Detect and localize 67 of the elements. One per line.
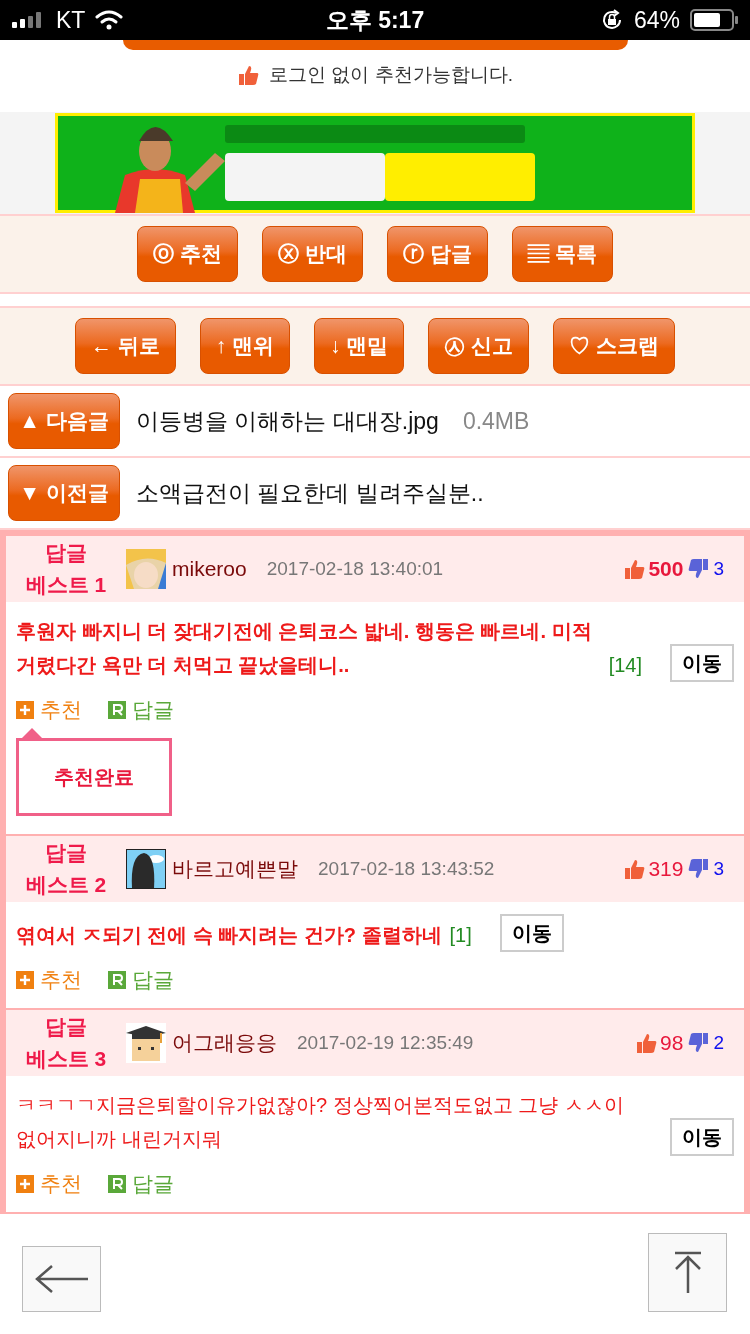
- battery-percent: 64%: [633, 6, 680, 34]
- up-arrow-icon: [672, 1250, 703, 1295]
- r-icon: [108, 1175, 126, 1193]
- move-button[interactable]: 이동: [670, 644, 734, 682]
- comment-text: 엮여서 ㅈ되기 전에 슥 빠지려는 건가? 졸렬하네: [16, 923, 442, 948]
- best-label: 답글 베스트 1: [24, 540, 108, 598]
- nav-button[interactable]: ♡ 스크랩: [553, 318, 676, 374]
- recommend-complete-tooltip: 추천완료: [16, 738, 172, 816]
- author-name[interactable]: 바르고예쁜말: [172, 855, 298, 883]
- scroll-top-button[interactable]: [648, 1233, 727, 1312]
- comment-text: ㅋㅋㄱㄱ지금은퇴할이유가없잖아? 정상찍어본적도없고 그냥 ㅅㅅ이없어지니까 내린거지뭐: [16, 1093, 625, 1152]
- r-icon: [108, 971, 126, 989]
- comment-text: 후원자 빠지니 더 잦대기전에 은퇴코스 밟네. 행동은 빠르네. 미적거렸다간 욕만 더 처먹고 끝났을테니..: [16, 619, 593, 678]
- reply-link[interactable]: 답글: [108, 966, 174, 994]
- plus-icon: [16, 1175, 34, 1193]
- post-title-link[interactable]: 소액급전이 필요한데 빌려주실분..: [136, 477, 484, 509]
- vote-button[interactable]: ⓡ 답글: [387, 226, 488, 282]
- file-size: 0.4MB: [462, 407, 530, 435]
- r-icon: [108, 701, 126, 719]
- nav-button[interactable]: ← 뒤로: [74, 318, 176, 374]
- battery-icon: [690, 9, 738, 31]
- like-count: 500: [648, 557, 684, 581]
- thumbs-up-icon: [237, 64, 260, 86]
- comment-date: 2017-02-18 13:43:52: [318, 858, 495, 880]
- move-button[interactable]: 이동: [670, 1118, 734, 1156]
- left-arrow-icon: [33, 1264, 90, 1294]
- thumbs-down-icon[interactable]: [688, 1032, 711, 1054]
- nav-button[interactable]: ↑ 맨위: [199, 318, 291, 374]
- like-count: 319: [648, 857, 684, 881]
- post-nav-button[interactable]: ▲ 다음글: [8, 393, 120, 449]
- vote-button[interactable]: ⓞ 추천: [137, 226, 239, 282]
- move-button[interactable]: 이동: [499, 914, 564, 952]
- back-button[interactable]: [22, 1246, 101, 1312]
- reply-link[interactable]: 답글: [108, 696, 174, 724]
- recommend-link[interactable]: 추천: [16, 966, 82, 994]
- dislike-count: 2: [713, 1032, 724, 1054]
- dislike-count: 3: [713, 858, 724, 880]
- thumbs-down-icon[interactable]: [688, 558, 711, 580]
- nav-button[interactable]: ↓ 맨밑: [314, 318, 405, 374]
- notice-text: 로그인 없이 추천가능합니다.: [269, 63, 513, 87]
- recommend-link[interactable]: 추천: [16, 1170, 82, 1198]
- vote-button[interactable]: ⓧ 반대: [262, 226, 363, 282]
- plus-icon: [16, 701, 34, 719]
- best-label: 답글 베스트 3: [24, 1014, 108, 1072]
- comment-date: 2017-02-18 13:40:01: [266, 558, 444, 580]
- carrier-name: KT: [56, 6, 86, 34]
- thumbs-up-icon[interactable]: [623, 858, 646, 880]
- thumbs-up-icon[interactable]: [635, 1032, 658, 1054]
- like-count: 98: [660, 1031, 684, 1055]
- reply-count: [14]: [608, 653, 642, 678]
- plus-icon: [16, 971, 34, 989]
- thumbs-down-icon[interactable]: [688, 858, 711, 880]
- vote-button[interactable]: ▤ 목록: [511, 226, 613, 282]
- best-label: 답글 베스트 2: [24, 840, 108, 898]
- author-name[interactable]: mikeroo: [172, 557, 247, 581]
- thumbs-up-icon[interactable]: [623, 558, 646, 580]
- wifi-icon: [95, 10, 124, 30]
- dislike-count: 3: [713, 558, 724, 580]
- author-name[interactable]: 어그래응응: [172, 1029, 277, 1057]
- nav-button[interactable]: ㉦ 신고: [428, 318, 530, 374]
- comment-date: 2017-02-19 12:35:49: [297, 1032, 474, 1054]
- reply-link[interactable]: 답글: [108, 1170, 174, 1198]
- post-nav-button[interactable]: ▼ 이전글: [8, 465, 120, 521]
- clock-time: 오후 5:17: [325, 5, 425, 35]
- recommend-link[interactable]: 추천: [16, 696, 82, 724]
- reply-count: [1]: [449, 923, 472, 948]
- post-title-link[interactable]: 이등병을 이해하는 대대장.jpg: [136, 405, 439, 437]
